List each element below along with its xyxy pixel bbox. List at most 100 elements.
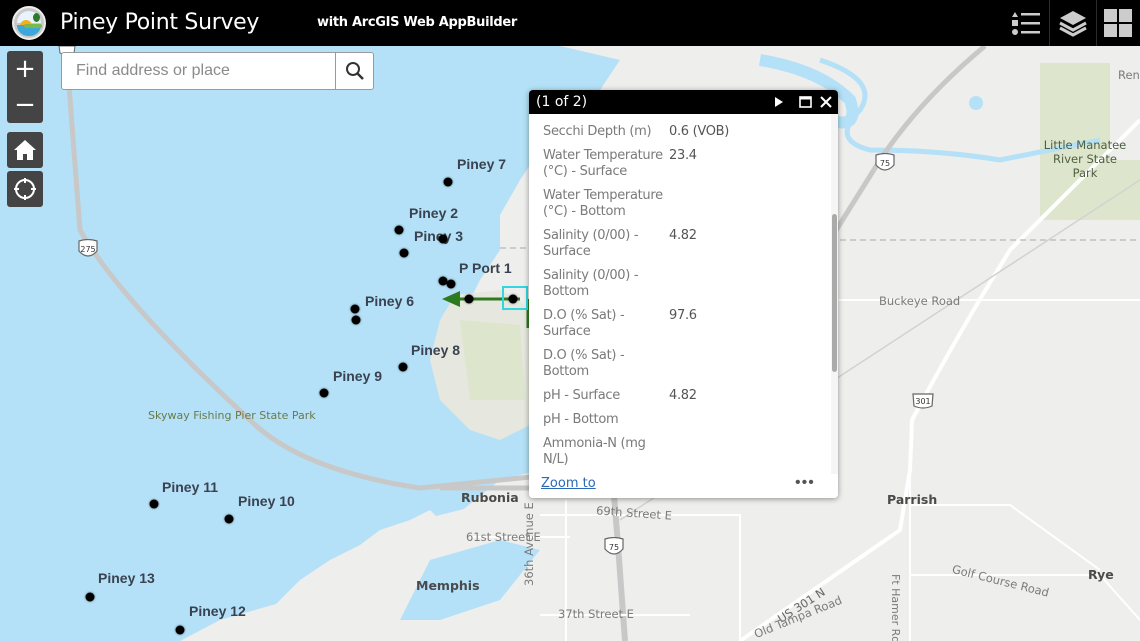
station-point-piney-9[interactable] xyxy=(319,388,329,398)
label-parrish: Parrish xyxy=(887,492,938,507)
locate-button[interactable] xyxy=(7,171,43,207)
station-label: P Port 1 xyxy=(459,260,512,276)
more-actions-button[interactable]: ••• xyxy=(795,474,815,492)
station-point-piney-3[interactable] xyxy=(438,234,448,244)
popup-scrollbar[interactable] xyxy=(831,114,838,474)
station-point[interactable] xyxy=(446,279,456,289)
attribute-value: 97.6 xyxy=(669,308,697,323)
attribute-name: pH - Bottom xyxy=(543,412,619,427)
label-buckeye-road: Buckeye Road xyxy=(879,294,961,308)
station-label: Piney 6 xyxy=(365,293,415,309)
zoom-out-button[interactable]: − xyxy=(7,87,43,123)
station-point-piney-12[interactable] xyxy=(175,625,185,635)
interstate-75-shield-south: 75 xyxy=(604,537,624,555)
label-little-manatee-park: Little Manatee River State Park xyxy=(1043,138,1127,180)
search-widget xyxy=(61,52,374,90)
feature-popup: (1 of 2) Secchi Depth (m) 0.6 (VOB) Water … xyxy=(529,90,838,498)
layers-icon xyxy=(1059,11,1087,37)
zoom-in-button[interactable]: + xyxy=(7,51,43,87)
attribute-row: Salinity (0/00) - Surface 4.82 xyxy=(543,228,831,260)
station-point-piney-11[interactable] xyxy=(149,499,159,509)
svg-text:75: 75 xyxy=(880,159,890,168)
maximize-icon xyxy=(798,96,812,108)
label-rena: Rena xyxy=(1118,68,1140,82)
attribute-row: Ammonia-N (mg N/L) xyxy=(543,436,831,468)
scrollbar-thumb[interactable] xyxy=(832,214,837,372)
home-button[interactable] xyxy=(7,132,43,168)
attribute-name: D.O (% Sat) - Bottom xyxy=(543,348,625,379)
label-rye: Rye xyxy=(1088,567,1114,582)
attribute-row: Water Temperature (°C) - Surface 23.4 xyxy=(543,148,831,180)
label-rubonia: Rubonia xyxy=(461,490,519,505)
interstate-275-shield: 275 xyxy=(78,239,98,257)
app-title: Piney Point Survey xyxy=(60,10,260,35)
play-next-icon xyxy=(775,97,783,107)
station-point[interactable] xyxy=(351,315,361,325)
attribute-name: D.O (% Sat) - Surface xyxy=(543,308,625,339)
close-popup-button[interactable] xyxy=(818,93,834,111)
station-point-piney-10[interactable] xyxy=(224,514,234,524)
label-ft-hamer-road: Ft Hamer Rd xyxy=(889,574,902,641)
station-label: Piney 9 xyxy=(333,368,383,384)
layers-button[interactable] xyxy=(1050,0,1096,46)
search-button[interactable] xyxy=(335,53,373,89)
search-icon xyxy=(345,62,364,80)
maximize-button[interactable] xyxy=(797,93,813,111)
attribute-value: 0.6 (VOB) xyxy=(669,124,730,139)
station-point[interactable] xyxy=(399,248,409,258)
attribute-row: Salinity (0/00) - Bottom xyxy=(543,268,831,300)
interstate-75-shield-north: 75 xyxy=(875,153,895,171)
legend-button[interactable] xyxy=(1003,0,1049,46)
station-point-piney-13[interactable] xyxy=(85,592,95,602)
locate-icon xyxy=(14,178,36,200)
station-point-piney-6[interactable] xyxy=(350,304,360,314)
attribute-name: Salinity (0/00) - Bottom xyxy=(543,268,639,299)
station-label: Piney 2 xyxy=(409,205,459,221)
popup-header: (1 of 2) xyxy=(529,90,838,114)
attribute-name: Secchi Depth (m) xyxy=(543,124,652,139)
svg-text:301: 301 xyxy=(915,397,930,406)
station-label: Piney 8 xyxy=(411,342,461,358)
attribute-name: pH - Surface xyxy=(543,388,620,403)
station-point-piney-7[interactable] xyxy=(443,177,453,187)
popup-counter: (1 of 2) xyxy=(536,94,588,110)
attribute-name: Water Temperature (°C) - Surface xyxy=(543,148,663,179)
attribute-row: Water Temperature (°C) - Bottom xyxy=(543,188,831,220)
widgets-button[interactable] xyxy=(1095,0,1140,46)
legend-list-icon xyxy=(1012,12,1040,35)
station-point-selected[interactable] xyxy=(508,294,518,304)
popup-footer: Zoom to ••• xyxy=(529,474,838,498)
station-label: Piney 7 xyxy=(457,156,507,172)
station-point[interactable] xyxy=(464,294,474,304)
attribute-value: 4.82 xyxy=(669,228,697,243)
zoom-control: + − xyxy=(7,51,43,123)
attribute-row: Secchi Depth (m) 0.6 (VOB) xyxy=(543,124,831,140)
station-label: Piney 13 xyxy=(98,570,155,586)
us-301-shield: 301 xyxy=(912,393,934,409)
attribute-value: 4.82 xyxy=(669,388,697,403)
popup-attributes[interactable]: Secchi Depth (m) 0.6 (VOB) Water Temperatu… xyxy=(529,114,831,474)
label-skyway-park: Skyway Fishing Pier State Park xyxy=(148,409,316,422)
svg-text:75: 75 xyxy=(609,543,619,552)
station-label: Piney 12 xyxy=(189,603,246,619)
attribute-name: Water Temperature (°C) - Bottom xyxy=(543,188,663,219)
attribute-row: pH - Surface 4.82 xyxy=(543,388,831,404)
app-subtitle: with ArcGIS Web AppBuilder xyxy=(317,15,518,30)
close-icon xyxy=(820,96,832,108)
label-37th-street: 37th Street E xyxy=(558,607,634,621)
station-label: Piney 11 xyxy=(162,479,219,495)
svg-text:275: 275 xyxy=(80,245,95,254)
search-input[interactable] xyxy=(62,53,335,89)
station-label: Piney 10 xyxy=(238,493,295,509)
label-36th-avenue: 36th Avenue E xyxy=(522,502,536,586)
app-logo xyxy=(12,6,46,40)
attribute-name: Salinity (0/00) - Surface xyxy=(543,228,639,259)
zoom-to-link[interactable]: Zoom to xyxy=(541,476,596,491)
label-memphis: Memphis xyxy=(416,578,480,593)
attribute-name: Ammonia-N (mg N/L) xyxy=(543,436,646,467)
station-point-piney-2[interactable] xyxy=(394,225,404,235)
station-point-piney-8[interactable] xyxy=(398,362,408,372)
next-feature-button[interactable] xyxy=(771,93,787,111)
home-icon xyxy=(14,140,36,160)
attribute-value: 23.4 xyxy=(669,148,697,163)
